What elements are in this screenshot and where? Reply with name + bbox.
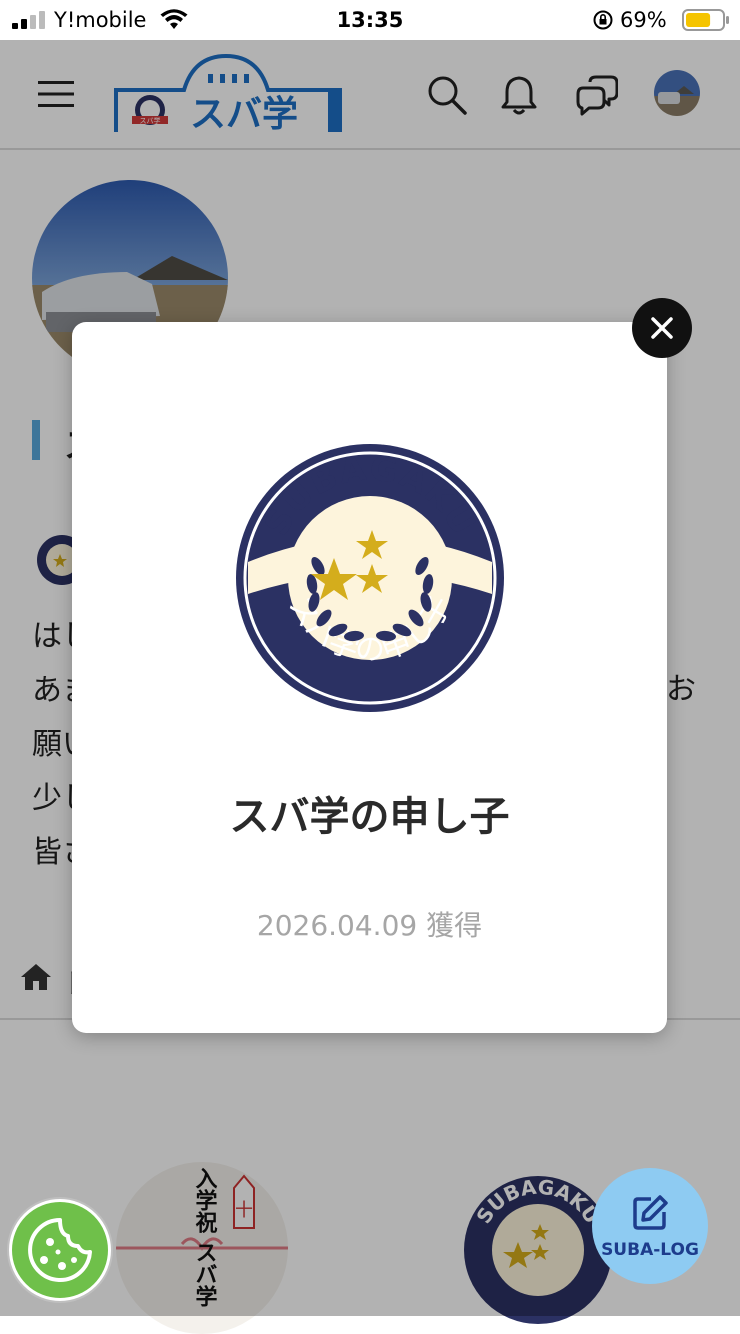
rotation-lock-icon <box>593 10 613 30</box>
badge-emblem: SUBAGAKU スバ学の申し子 <box>236 444 504 712</box>
edit-icon <box>633 1195 668 1230</box>
suba-log-button[interactable]: SUBA-LOG <box>592 1168 708 1284</box>
close-button[interactable] <box>632 298 692 358</box>
close-icon <box>651 317 673 339</box>
suba-log-label: SUBA-LOG <box>601 1240 699 1260</box>
badge-acquired-date: 2026.04.09 獲得 <box>256 909 483 942</box>
cookie-settings-button[interactable] <box>9 1199 111 1301</box>
battery-percent: 69% <box>620 8 667 32</box>
badge-modal: SUBAGAKU スバ学の申し子 スバ学の申し子 2026.04.09 獲得 <box>72 322 667 1033</box>
battery-icon <box>682 9 729 31</box>
badge-title: スバ学の申し子 <box>229 794 510 840</box>
cookie-icon <box>28 1218 92 1282</box>
status-bar: Y!mobile 13:35 69% <box>0 0 740 40</box>
